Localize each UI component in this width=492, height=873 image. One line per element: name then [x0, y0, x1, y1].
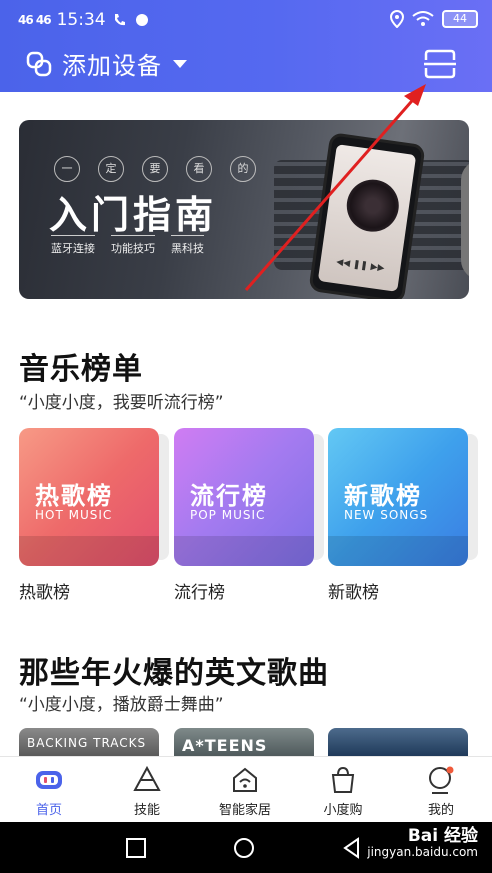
pop-music-card[interactable]: 流行榜 POP MUSIC — [174, 428, 314, 566]
tab-home[interactable]: 首页 — [0, 757, 98, 823]
watermark-brand: Bai 经验 — [407, 826, 478, 846]
hot-music-card[interactable]: 热歌榜 HOT MUSIC — [19, 428, 159, 566]
card-stack-edge — [468, 434, 478, 560]
backing-tracks-card[interactable]: BACKING TRACKS — [19, 728, 159, 756]
recent-apps-icon[interactable] — [124, 836, 148, 860]
new-songs-label[interactable]: 新歌榜 — [328, 578, 379, 603]
watermark-url: jingyan.baidu.com — [367, 845, 478, 859]
skills-icon — [133, 765, 161, 791]
tab-shop[interactable]: 小度购 — [294, 757, 392, 823]
tab-label: 智能家居 — [218, 803, 271, 818]
card-stack-edge — [314, 434, 324, 560]
wifi-icon — [412, 11, 434, 26]
car-knob-image — [461, 160, 469, 280]
thumb-title: A*TEENS — [182, 736, 268, 755]
english-songs-subtitle: “小度小度，播放爵士舞曲” — [19, 695, 224, 715]
card-title: 流行榜 — [190, 482, 268, 510]
shopping-bag-icon — [331, 766, 355, 793]
tab-smart-home[interactable]: 智能家居 — [196, 757, 294, 823]
profile-icon — [429, 766, 454, 794]
new-songs-card[interactable]: 新歌榜 NEW SONGS — [328, 428, 468, 566]
home-button-icon[interactable] — [232, 836, 256, 860]
pop-music-label[interactable]: 流行榜 — [174, 578, 225, 603]
watermark: Bai 经验 jingyan.baidu.com — [367, 828, 478, 860]
hot-music-label[interactable]: 热歌榜 — [19, 578, 70, 603]
chat-icon — [135, 14, 148, 26]
scan-icon — [424, 49, 456, 79]
phone-icon — [114, 14, 125, 26]
music-chart-subtitle: “小度小度，我要听流行榜” — [19, 393, 224, 413]
home-icon — [36, 771, 62, 789]
card-subtitle: POP MUSIC — [190, 508, 266, 522]
back-icon[interactable] — [340, 836, 364, 860]
smart-home-icon — [233, 767, 257, 792]
status-left: 46 46 15:34 — [18, 10, 150, 30]
scan-button[interactable] — [422, 48, 458, 80]
tab-profile[interactable]: 我的 — [392, 757, 490, 823]
bottom-tab-bar: 首页 技能 智能家居 小度购 我的 — [0, 756, 492, 822]
thumb-title: BACKING TRACKS — [27, 736, 147, 750]
tab-label: 我的 — [427, 803, 454, 818]
card-title: 新歌榜 — [344, 482, 422, 510]
tab-label: 首页 — [35, 803, 62, 818]
link-icon — [26, 51, 52, 76]
banner-char: 的 — [230, 156, 256, 182]
tab-label: 小度购 — [323, 803, 363, 818]
card-subtitle: NEW SONGS — [344, 508, 429, 522]
banner-tag: 蓝牙连接 — [51, 235, 95, 256]
banner-tags: 蓝牙连接 功能技巧 黑科技 — [51, 235, 204, 256]
battery-indicator: 44 — [442, 10, 478, 28]
top-header: 46 46 15:34 44 添加设备 — [0, 0, 492, 92]
banner-tag: 功能技巧 — [111, 235, 155, 256]
ateens-card[interactable]: A*TEENS — [174, 728, 314, 756]
english-songs-title: 那些年火爆的英文歌曲 — [19, 656, 329, 691]
jazz-card[interactable] — [328, 728, 468, 756]
tab-skills[interactable]: 技能 — [98, 757, 196, 823]
signal-indicator: 46 46 — [18, 13, 52, 27]
caret-down-icon — [173, 59, 187, 68]
system-nav-bar: Bai 经验 jingyan.baidu.com — [0, 822, 492, 873]
status-bar: 46 46 15:34 44 — [0, 0, 492, 40]
banner-tag: 黑科技 — [171, 235, 204, 256]
banner-char: 定 — [98, 156, 124, 182]
phone-image: ◀◀ ❚❚ ▶▶ — [308, 132, 426, 299]
clock: 15:34 — [56, 10, 106, 30]
banner-char: 要 — [142, 156, 168, 182]
banner-chars: 一 定 要 看 的 — [54, 156, 256, 182]
guide-banner[interactable]: ◀◀ ❚❚ ▶▶ 一 定 要 看 的 入门指南 蓝牙连接 功能技巧 黑科技 — [19, 120, 469, 299]
card-title: 热歌榜 — [35, 482, 113, 510]
tab-label: 技能 — [133, 803, 160, 818]
card-stack-edge — [159, 434, 169, 560]
location-icon — [390, 10, 404, 28]
music-chart-title: 音乐榜单 — [19, 352, 143, 387]
banner-char: 看 — [186, 156, 212, 182]
status-right: 44 — [390, 10, 478, 28]
card-subtitle: HOT MUSIC — [35, 508, 113, 522]
add-device-label: 添加设备 — [62, 52, 162, 80]
add-device-dropdown[interactable]: 添加设备 — [26, 46, 188, 81]
banner-char: 一 — [54, 156, 80, 182]
banner-title: 入门指南 — [49, 193, 218, 237]
